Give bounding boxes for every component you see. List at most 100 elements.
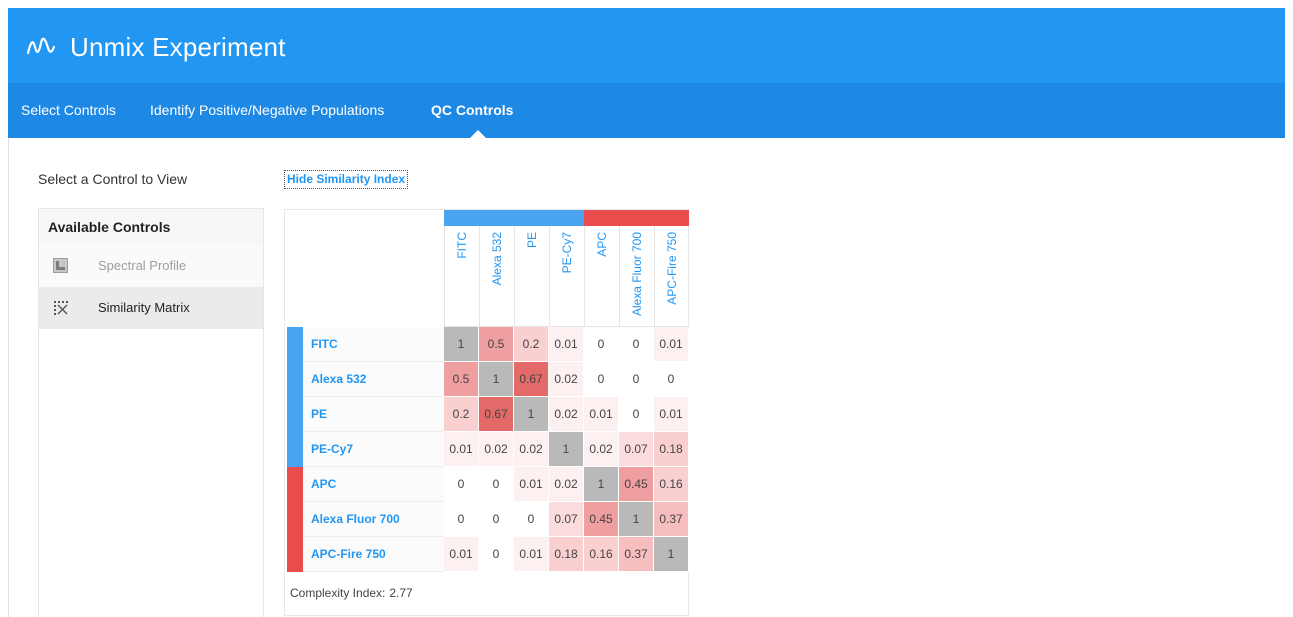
- tab-qc-controls[interactable]: QC Controls: [431, 102, 513, 118]
- matrix-cell: 1: [549, 432, 584, 467]
- column-group-bar: [444, 210, 479, 226]
- matrix-cell: 0: [479, 537, 514, 572]
- column-header-pe[interactable]: PE: [514, 226, 549, 327]
- column-group-bar: [479, 210, 514, 226]
- column-header-alexa-532[interactable]: Alexa 532: [479, 226, 514, 327]
- row-header-alexa-532[interactable]: Alexa 532: [303, 362, 444, 397]
- control-item-label: Similarity Matrix: [98, 300, 190, 315]
- row-group-bar: [287, 362, 303, 397]
- matrix-cell: 0.37: [619, 537, 654, 572]
- row-group-bar: [287, 502, 303, 537]
- matrix-cell: 0.67: [479, 397, 514, 432]
- matrix-cell: 0.37: [654, 502, 689, 537]
- matrix-cell: 0: [479, 467, 514, 502]
- column-group-bar: [549, 210, 584, 226]
- column-header-pe-cy7[interactable]: PE-Cy7: [549, 226, 584, 327]
- app-title: Unmix Experiment: [70, 32, 286, 62]
- row-header-fitc[interactable]: FITC: [303, 327, 444, 362]
- column-group-bar: [584, 210, 619, 226]
- control-item-similarity-matrix[interactable]: Similarity Matrix: [39, 287, 263, 329]
- spectral-profile-icon: [53, 258, 68, 273]
- matrix-cell: 0: [514, 502, 549, 537]
- complexity-index-value: 2.77: [389, 586, 413, 600]
- column-header-label: Alexa 532: [490, 232, 504, 286]
- matrix-cell: 0.01: [584, 397, 619, 432]
- matrix-cell: 0.45: [584, 502, 619, 537]
- hide-similarity-index-link[interactable]: Hide Similarity Index: [284, 170, 409, 189]
- row-header-apc[interactable]: APC: [303, 467, 444, 502]
- column-header-apc-fire-750[interactable]: APC-Fire 750: [654, 226, 689, 327]
- matrix-cell: 0.02: [584, 432, 619, 467]
- matrix-cell: 1: [479, 362, 514, 397]
- column-header-label: PE: [525, 232, 539, 249]
- tab-bar: Select Controls Identify Positive/Negati…: [8, 83, 1285, 138]
- control-item-spectral-profile[interactable]: Spectral Profile: [39, 245, 263, 287]
- tab-identify-populations[interactable]: Identify Positive/Negative Populations: [150, 102, 384, 118]
- row-header-pe-cy7[interactable]: PE-Cy7: [303, 432, 444, 467]
- matrix-cell: 0.01: [549, 327, 584, 362]
- matrix-cell: 0.01: [654, 397, 689, 432]
- row-header-alexa-fluor-700[interactable]: Alexa Fluor 700: [303, 502, 444, 537]
- column-header-label: APC-Fire 750: [665, 232, 679, 305]
- matrix-cell: 0.02: [549, 397, 584, 432]
- control-item-label: Spectral Profile: [98, 258, 187, 273]
- similarity-matrix: Complexity Index: 2.77 FITC Alexa 532 PE PE-…: [284, 209, 689, 616]
- left-divider: [8, 138, 9, 617]
- matrix-cell: 0: [584, 362, 619, 397]
- available-controls-header: Available Controls: [39, 209, 263, 245]
- matrix-cell: 0: [619, 327, 654, 362]
- matrix-cell: 0: [619, 362, 654, 397]
- matrix-cell: 0.16: [654, 467, 689, 502]
- matrix-cell: 1: [444, 327, 479, 362]
- active-tab-indicator: [470, 130, 486, 138]
- matrix-cell: 0.02: [514, 432, 549, 467]
- control-select-prompt: Select a Control to View: [38, 171, 188, 187]
- column-header-apc[interactable]: APC: [584, 226, 619, 327]
- matrix-cell: 0.2: [444, 397, 479, 432]
- row-group-bar: [287, 397, 303, 432]
- matrix-cell: 0.07: [619, 432, 654, 467]
- column-header-label: APC: [595, 232, 609, 257]
- matrix-cell: 0.18: [549, 537, 584, 572]
- row-header-pe[interactable]: PE: [303, 397, 444, 432]
- matrix-cell: 1: [654, 537, 689, 572]
- matrix-cell: 0.07: [549, 502, 584, 537]
- matrix-cell: 0.5: [479, 327, 514, 362]
- matrix-cell: 1: [619, 502, 654, 537]
- available-controls-panel: Available Controls Spectral Profile Simi…: [38, 208, 264, 617]
- matrix-cell: 0.2: [514, 327, 549, 362]
- similarity-matrix-icon: [54, 301, 68, 315]
- matrix-cell: 0: [584, 327, 619, 362]
- complexity-index: Complexity Index: 2.77: [290, 586, 413, 600]
- matrix-cell: 0: [654, 362, 689, 397]
- wave-logo-icon: [26, 37, 56, 55]
- matrix-cell: 0.01: [654, 327, 689, 362]
- column-header-alexa-fluor-700[interactable]: Alexa Fluor 700: [619, 226, 654, 327]
- column-header-fitc[interactable]: FITC: [444, 226, 479, 327]
- row-group-bar: [287, 432, 303, 467]
- matrix-cell: 0.67: [514, 362, 549, 397]
- matrix-cell: 0.02: [479, 432, 514, 467]
- matrix-cell: 0.02: [549, 467, 584, 502]
- matrix-cell: 0.01: [514, 537, 549, 572]
- matrix-cell: 0: [479, 502, 514, 537]
- matrix-cell: 0.02: [549, 362, 584, 397]
- matrix-cell: 0: [444, 502, 479, 537]
- column-group-bar: [654, 210, 689, 226]
- app-header: Unmix Experiment: [8, 8, 1285, 83]
- column-header-label: PE-Cy7: [560, 232, 574, 274]
- row-group-bar: [287, 537, 303, 572]
- tab-select-controls[interactable]: Select Controls: [21, 102, 116, 118]
- matrix-cell: 0.5: [444, 362, 479, 397]
- matrix-cell: 1: [514, 397, 549, 432]
- complexity-index-label: Complexity Index:: [290, 586, 386, 600]
- matrix-cell: 0: [619, 397, 654, 432]
- matrix-cell: 0.01: [444, 537, 479, 572]
- row-header-apc-fire-750[interactable]: APC-Fire 750: [303, 537, 444, 572]
- matrix-cell: 0.01: [514, 467, 549, 502]
- matrix-cell: 0.16: [584, 537, 619, 572]
- matrix-cell: 0.45: [619, 467, 654, 502]
- row-group-bar: [287, 327, 303, 362]
- matrix-cell: 0.01: [444, 432, 479, 467]
- matrix-cell: 0: [444, 467, 479, 502]
